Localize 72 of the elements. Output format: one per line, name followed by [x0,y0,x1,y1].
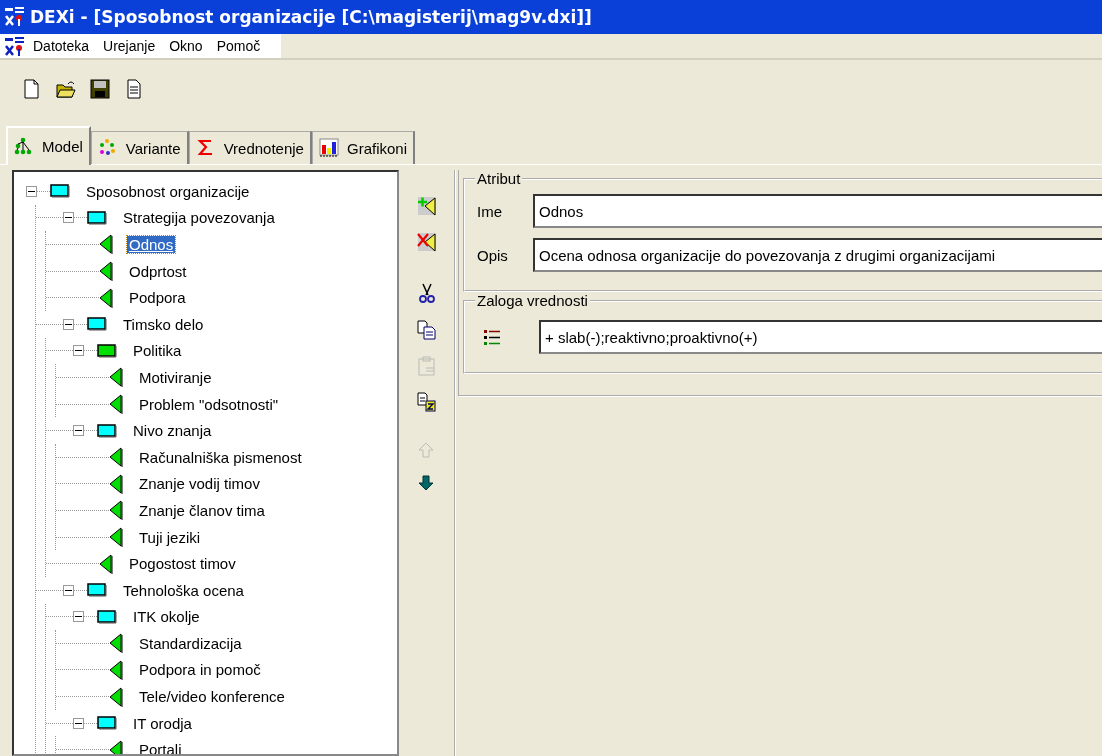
tree-item[interactable]: Računalniška pismenost [137,448,304,466]
menu-item[interactable]: Okno [162,36,210,56]
name-field[interactable]: Odnos [533,194,1102,228]
basic-attribute-icon [109,660,123,680]
tree-item[interactable]: IT orodja [131,714,194,732]
document-icon[interactable] [124,79,144,99]
app-logo-icon[interactable] [4,35,26,57]
hierarchy-icon [14,136,34,157]
folder-icon[interactable] [56,79,76,99]
tree-item[interactable]: Motiviranje [137,368,214,386]
tree-item[interactable]: Tuji jeziki [137,528,203,546]
basic-attribute-icon [99,234,113,255]
tree-item[interactable]: Tehnološka ocena [121,581,246,599]
tree-item[interactable]: Znanje vodij timov [137,475,262,493]
tree-item[interactable]: Znanje članov tima [137,501,267,519]
tree-item[interactable]: Strategija povezovanja [121,209,277,227]
tab[interactable]: Vrednotenje [188,131,312,164]
tree-item[interactable]: Politika [131,342,184,360]
collapse-toggle[interactable] [63,584,74,596]
tree-item[interactable]: Odnos [127,236,176,253]
tab[interactable]: Model [6,126,91,165]
tree-item[interactable]: Nivo znanja [131,422,214,440]
tab[interactable]: Variante [90,131,189,164]
tree-item[interactable]: Podpora [127,289,188,307]
window-title: DEXi - [Sposobnost organizacije [C:\magisterij\mag9v.dxi]] [30,7,592,27]
basic-attribute-icon [109,447,123,468]
collapse-toggle[interactable] [26,185,37,197]
collapse-toggle[interactable] [63,212,74,224]
bar-chart-icon [318,138,339,158]
basic-attribute-icon [109,686,123,707]
tree-item[interactable]: Podpora in pomoč [137,661,263,679]
copy-icon[interactable] [415,319,438,341]
collapse-toggle[interactable] [73,345,84,357]
tree-item[interactable]: Standardizacija [137,634,244,652]
tree-item[interactable]: Sposobnost organizacije [84,182,252,200]
menu-item[interactable]: Pomoč [209,36,268,56]
collapse-toggle[interactable] [63,318,74,330]
tree-item[interactable]: ITK okolje [131,608,202,626]
scale-field[interactable]: + slab(-);reaktivno;proaktivno(+) [539,320,1102,354]
basic-attribute-icon [99,287,113,308]
copy-numbered-icon[interactable] [415,391,438,413]
tab[interactable]: Grafikoni [311,131,415,164]
basic-attribute-icon [109,527,123,547]
collapse-toggle[interactable] [73,717,84,729]
group-title: Atribut [475,170,523,187]
basic-attribute-icon [109,367,123,388]
tree-item[interactable]: Tele/video konference [137,688,287,706]
basic-attribute-icon [109,633,123,654]
basic-attribute-icon [99,261,113,282]
menu-item[interactable]: Urejanje [96,36,163,56]
tree-item[interactable]: Timsko delo [121,315,206,333]
group-title: Zaloga vrednosti [475,292,590,309]
basic-attribute-icon [99,553,113,574]
basic-attribute-icon [109,739,123,754]
collapse-toggle[interactable] [73,425,84,437]
app-logo-icon [4,4,26,27]
basic-attribute-icon [109,394,123,415]
list-icon [483,328,501,346]
description-field[interactable]: Ocena odnosa organizacije do povezovanja z drugimi organizacijami [533,238,1102,272]
tree-item[interactable]: Pogostost timov [127,555,238,573]
field-label: Ime [477,202,503,220]
field-label: Opis [477,246,509,264]
new-file-icon[interactable] [22,79,42,99]
basic-attribute-icon [109,500,123,521]
collapse-toggle[interactable] [73,611,84,623]
tree-item[interactable]: Odprtost [127,262,189,280]
delete-attribute-icon[interactable] [415,231,438,253]
basic-attribute-icon [109,473,123,494]
dots-icon [97,138,118,158]
menu-item[interactable]: Datoteka [26,36,97,56]
add-attribute-icon[interactable] [415,195,438,217]
tree-item[interactable]: Problem "odsotnosti" [137,395,281,413]
